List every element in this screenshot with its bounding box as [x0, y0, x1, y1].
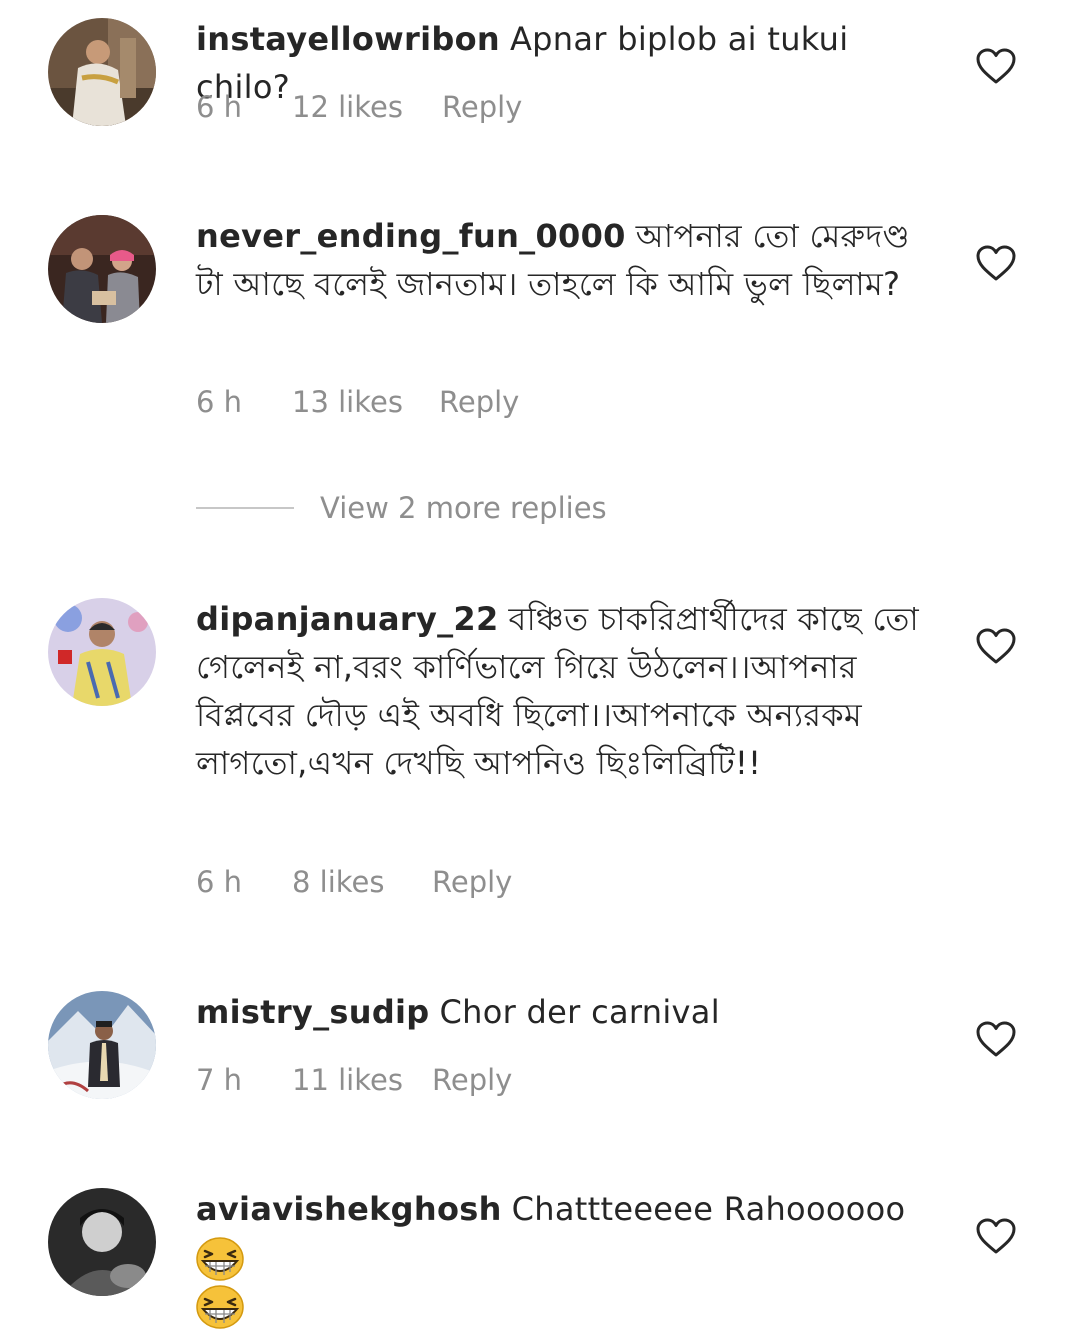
avatar[interactable]	[48, 18, 156, 126]
comment-time: 6 h	[196, 90, 243, 124]
comment-likes[interactable]: 13 likes	[292, 380, 439, 424]
reply-button[interactable]: Reply	[432, 860, 512, 904]
like-heart-icon[interactable]	[975, 244, 1017, 282]
avatar[interactable]	[48, 991, 156, 1099]
reply-button[interactable]: Reply	[442, 85, 522, 129]
grinning-squinting-face-emoji	[196, 1285, 244, 1329]
replies-divider-line	[196, 507, 294, 509]
comment-meta: 6 h 12 likes Reply	[196, 85, 522, 129]
comment-meta: 6 h 13 likes Reply	[196, 380, 519, 424]
comment-text: dipanjanuary_22 বঞ্চিত চাকরিপ্রার্থীদের ক…	[196, 595, 946, 787]
comment-text: mistry_sudip Chor der carnival	[196, 988, 946, 1036]
like-heart-icon[interactable]	[975, 627, 1017, 665]
comment-time: 6 h	[196, 865, 243, 899]
like-heart-icon[interactable]	[975, 47, 1017, 85]
comment-username[interactable]: dipanjanuary_22	[196, 600, 499, 638]
avatar[interactable]	[48, 1188, 156, 1296]
comment-likes[interactable]: 8 likes	[292, 860, 432, 904]
like-heart-icon[interactable]	[975, 1217, 1017, 1255]
view-more-replies[interactable]: View 2 more replies	[196, 486, 607, 530]
view-more-replies-label[interactable]: View 2 more replies	[320, 491, 607, 525]
comment-time: 7 h	[196, 1063, 243, 1097]
comment-time: 6 h	[196, 385, 243, 419]
comment-likes[interactable]: 12 likes	[292, 85, 442, 129]
comment-username[interactable]: instayellowribon	[196, 20, 500, 58]
avatar[interactable]	[48, 598, 156, 706]
avatar[interactable]	[48, 215, 156, 323]
reply-button[interactable]: Reply	[432, 1058, 512, 1102]
comment-body: Chor der carnival	[439, 993, 720, 1031]
comment-text: never_ending_fun_0000 আপনার তো মেরুদণ্ড ট…	[196, 212, 946, 308]
comment-username[interactable]: never_ending_fun_0000	[196, 217, 626, 255]
like-heart-icon[interactable]	[975, 1020, 1017, 1058]
comment-body: Chattteeeee Rahoooooo	[511, 1190, 906, 1228]
reply-button[interactable]: Reply	[439, 380, 519, 424]
grinning-squinting-face-emoji	[196, 1237, 244, 1281]
comment-username[interactable]: aviavishekghosh	[196, 1190, 502, 1228]
comment-meta: 7 h 11 likes Reply	[196, 1058, 512, 1102]
comment-likes[interactable]: 11 likes	[292, 1058, 432, 1102]
comment-meta: 6 h 8 likes Reply	[196, 860, 512, 904]
comment-username[interactable]: mistry_sudip	[196, 993, 430, 1031]
comment-text: aviavishekghosh Chattteeeee Rahoooooo	[196, 1185, 946, 1329]
